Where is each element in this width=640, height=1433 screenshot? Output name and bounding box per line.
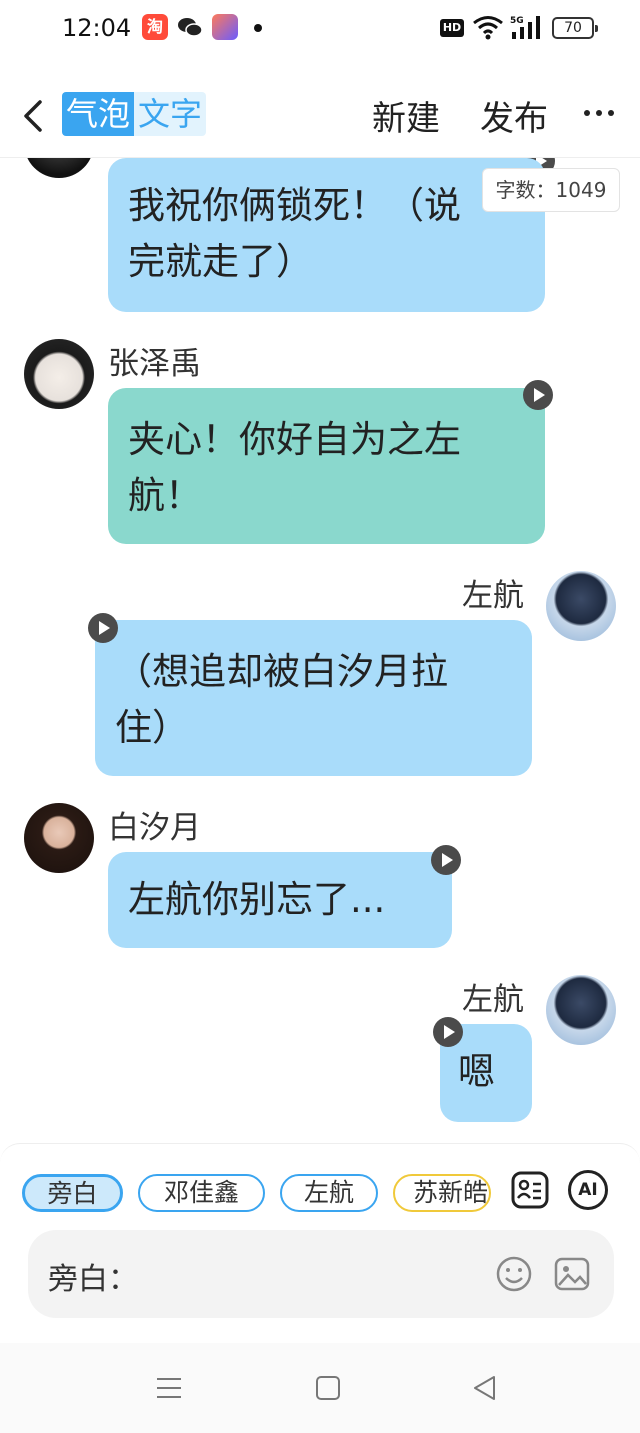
message-text-line: 航！ [128,474,202,517]
character-chip[interactable]: 苏新皓 [393,1174,491,1212]
home-icon[interactable] [315,1375,341,1401]
new-button[interactable]: 新建 [372,98,440,140]
title-part-2: 文字 [134,92,207,136]
emoji-icon[interactable] [494,1254,534,1294]
app-icon [212,14,238,40]
message-text-line: 住） [115,706,189,749]
play-icon[interactable] [523,380,553,410]
sender-name: 张泽禹 [108,346,201,382]
svg-text:5G: 5G [510,16,524,26]
taobao-app-icon: 淘 [142,14,168,40]
system-nav-bar [0,1343,640,1433]
input-speaker-label: 旁白： [48,1262,138,1297]
contact-card-icon[interactable] [510,1170,550,1210]
input-panel: 旁白 邓佳鑫 左航 苏新皓 AI 旁白： [0,1143,640,1343]
ai-label: AI [578,1180,598,1200]
message-text-line: 夹心！你好自为之左 [128,418,461,461]
status-time: 12:04 [62,14,132,42]
character-chip[interactable]: 左航 [280,1174,378,1212]
message-bubble[interactable]: 我祝你俩锁死！（说 完就走了） [108,158,545,312]
message-bubble[interactable]: （想追却被白汐月拉 住） [95,620,532,776]
back-arrow-icon[interactable] [20,98,46,134]
message-bubble[interactable]: 左航你别忘了... [108,852,452,948]
play-icon[interactable] [88,613,118,643]
avatar-zuo-hang[interactable] [546,975,616,1045]
avatar-bai-xiyue[interactable] [24,803,94,873]
more-icon[interactable] [584,110,614,118]
sender-name: 白汐月 [108,810,201,846]
ai-icon[interactable]: AI [568,1170,608,1210]
menu-icon[interactable] [156,1375,182,1401]
app-header: 气泡 文字 新建 发布 [0,80,640,158]
message-text-line: （想追却被白汐月拉 [115,650,448,693]
image-icon[interactable] [552,1254,592,1294]
sender-name: 左航 [462,578,524,614]
sender-name: 左航 [462,982,524,1018]
play-icon[interactable] [431,845,461,875]
wifi-icon [473,16,503,40]
signal-icon: 5G [510,16,540,39]
word-count-badge: 字数：1049 [482,168,620,212]
message-text-line: 左航你别忘了... [128,878,386,921]
message-text-line: 嗯 [458,1050,495,1093]
wechat-icon [178,18,203,37]
status-bar: 12:04 淘 HD 5G 70 [0,0,640,60]
character-chip-narration[interactable]: 旁白 [22,1174,123,1212]
avatar-zuo-hang[interactable] [546,571,616,641]
battery-indicator: 70 [552,17,598,39]
hd-badge: HD [440,19,464,37]
play-icon[interactable] [433,1017,463,1047]
chat-area[interactable]: 我祝你俩锁死！（说 完就走了） 张泽禹 夹心！你好自为之左 航！ 左航 （想追却… [0,158,640,1143]
avatar-zhang-zeyu[interactable] [24,339,94,409]
back-nav-icon[interactable] [472,1375,498,1401]
avatar[interactable] [24,158,94,178]
publish-button[interactable]: 发布 [480,98,548,140]
title-part-1: 气泡 [62,92,135,136]
character-chip[interactable]: 邓佳鑫 [138,1174,265,1212]
message-input[interactable]: 旁白： [28,1230,614,1318]
notification-dot [254,24,262,32]
message-bubble[interactable]: 夹心！你好自为之左 航！ [108,388,545,544]
message-text-line: 我祝你俩锁死！（说 [128,184,461,227]
message-text-line: 完就走了） [128,240,313,283]
page-title: 气泡 文字 [62,92,207,136]
